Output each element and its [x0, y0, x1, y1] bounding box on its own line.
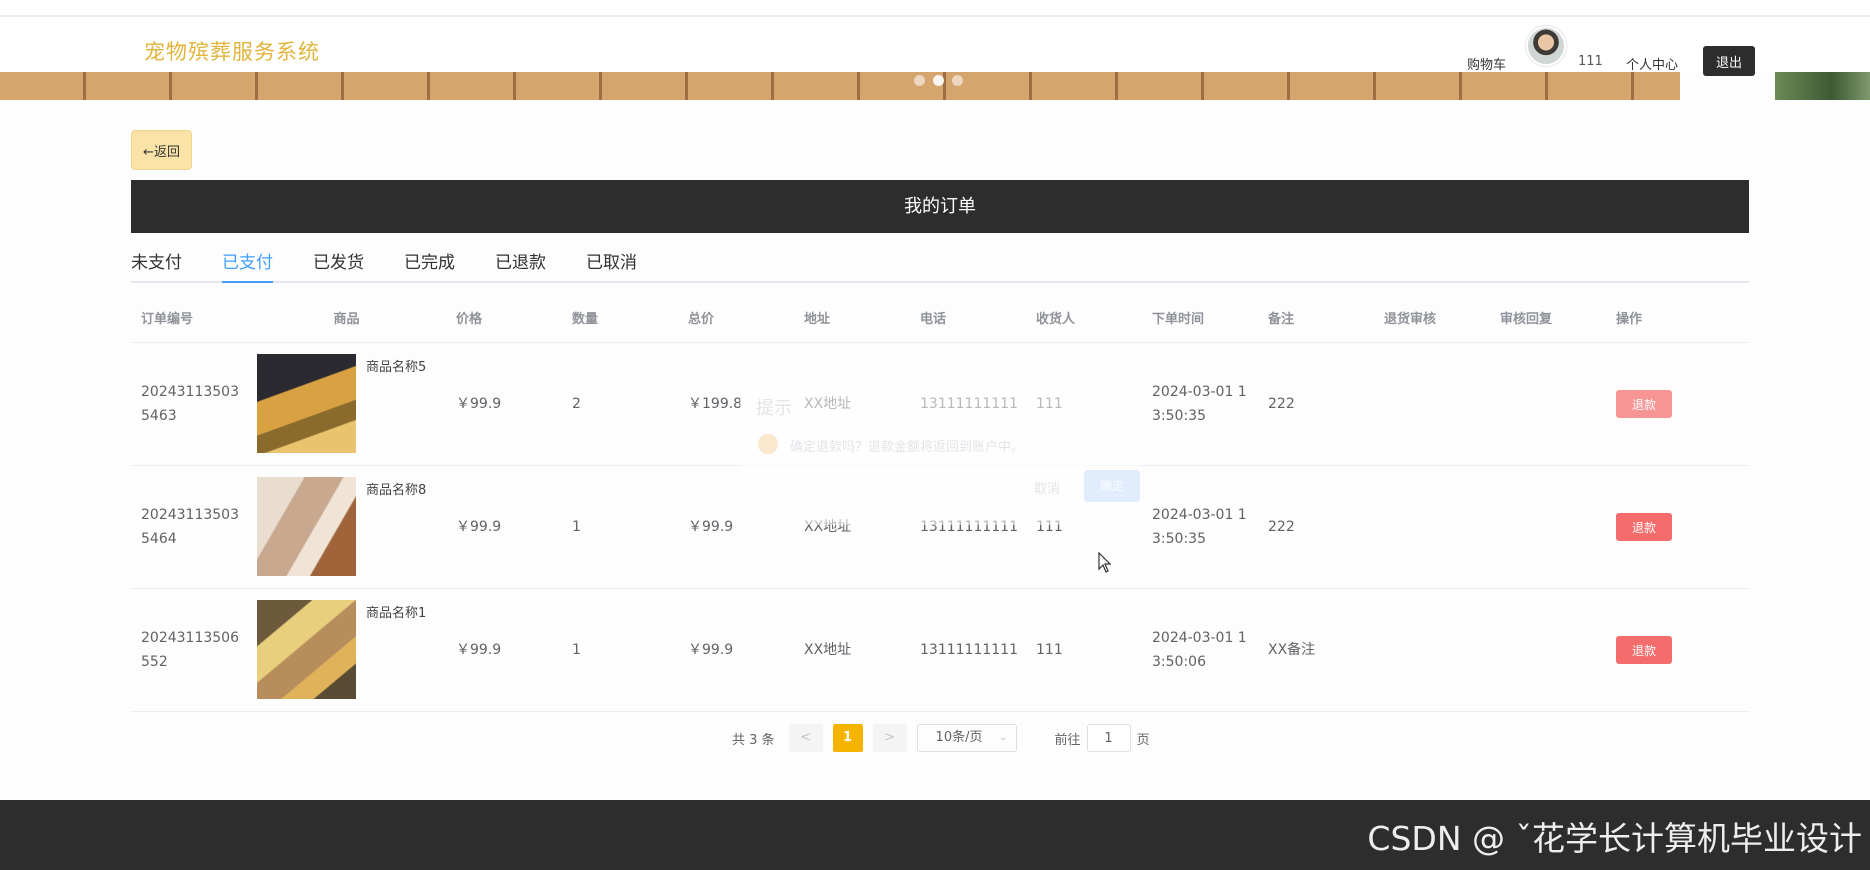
action-cell: 退款: [1606, 636, 1746, 664]
goods-name: 商品名称5: [366, 360, 427, 375]
col-goods: 商品: [333, 312, 360, 327]
tab-refunded[interactable]: 已退款: [495, 245, 546, 283]
order-time: 2024-03-01 13:50:06: [1152, 630, 1247, 670]
total-price: ￥99.9: [688, 519, 734, 535]
pagination: 共 3 条 < 1 > 10条/页 ⌄ 前往 页: [732, 724, 1150, 752]
action-cell: 退款: [1606, 390, 1746, 418]
order-status-tabs: 未支付 已支付 已发货 已完成 已退款 已取消: [131, 245, 1749, 283]
carousel-dot-2[interactable]: [933, 75, 944, 86]
page-number-button[interactable]: 1: [832, 724, 863, 752]
col-address: 地址: [804, 312, 831, 327]
address: XX地址: [804, 519, 852, 535]
pagination-total: 共 3 条: [732, 732, 775, 748]
col-qty: 数量: [572, 312, 599, 327]
table-row: 202431135035463 商品名称5 ￥99.9 2 ￥199.8 XX地…: [131, 343, 1749, 466]
footer: CSDN @ ˇ花学长计算机毕业设计: [0, 800, 1870, 870]
col-receiver: 收货人: [1036, 312, 1076, 327]
col-note: 备注: [1268, 312, 1295, 327]
logout-button[interactable]: 退出: [1703, 46, 1755, 76]
chevron-down-icon: ⌄: [999, 732, 1008, 743]
address: XX地址: [804, 642, 852, 658]
next-page-button[interactable]: >: [872, 724, 907, 752]
phone: 13111111111: [920, 396, 1018, 412]
tab-completed[interactable]: 已完成: [404, 245, 455, 283]
goods-cell: 商品名称8: [247, 477, 446, 577]
refund-button[interactable]: 退款: [1616, 390, 1672, 418]
banner-image-edge: [1775, 72, 1870, 100]
note: 222: [1268, 396, 1295, 412]
carousel-dot-1[interactable]: [914, 75, 925, 86]
col-order-time: 下单时间: [1152, 312, 1205, 327]
phone: 13111111111: [920, 519, 1018, 535]
table-row: 20243113506552 商品名称1 ￥99.9 1 ￥99.9 XX地址 …: [131, 589, 1749, 712]
nav-profile-link[interactable]: 个人中心: [1626, 54, 1678, 73]
table-row: 202431135035464 商品名称8 ￥99.9 1 ￥99.9 XX地址…: [131, 466, 1749, 589]
top-divider: [0, 15, 1870, 17]
price: ￥99.9: [456, 396, 502, 412]
goods-name: 商品名称8: [366, 483, 427, 498]
receiver: 111: [1036, 519, 1063, 535]
order-time: 2024-03-01 13:50:35: [1152, 507, 1247, 547]
col-action: 操作: [1616, 312, 1643, 327]
col-price: 价格: [456, 312, 483, 327]
carousel-indicators: [914, 75, 963, 86]
top-navbar: 宠物殡葬服务系统 购物车 111 个人中心 退出: [0, 0, 1870, 76]
watermark-text: CSDN @ ˇ花学长计算机毕业设计: [1367, 819, 1862, 858]
address: XX地址: [804, 396, 852, 412]
total-price: ￥199.8: [688, 396, 743, 412]
goto-page-input[interactable]: [1086, 724, 1131, 752]
receiver: 111: [1036, 396, 1063, 412]
goods-thumbnail[interactable]: [257, 477, 356, 576]
back-button[interactable]: ←返回: [131, 130, 192, 170]
tab-shipped[interactable]: 已发货: [313, 245, 364, 283]
goods-thumbnail[interactable]: [257, 600, 356, 699]
quantity: 1: [572, 642, 581, 658]
action-cell: 退款: [1606, 513, 1746, 541]
col-phone: 电话: [920, 312, 947, 327]
order-no: 202431135035463: [141, 384, 239, 424]
quantity: 1: [572, 519, 581, 535]
col-return-audit: 退货审核: [1384, 312, 1437, 327]
quantity: 2: [572, 396, 581, 412]
mouse-cursor-icon: [1098, 552, 1112, 573]
note: XX备注: [1268, 642, 1316, 658]
total-price: ￥99.9: [688, 642, 734, 658]
carousel-dot-3[interactable]: [952, 75, 963, 86]
page-title: 我的订单: [131, 180, 1749, 233]
site-brand[interactable]: 宠物殡葬服务系统: [144, 36, 320, 66]
page-suffix: 页: [1136, 732, 1150, 748]
goto-label: 前往: [1054, 732, 1081, 748]
refund-button[interactable]: 退款: [1616, 513, 1672, 541]
receiver: 111: [1036, 642, 1063, 658]
banner-carousel: [0, 72, 1680, 100]
order-no: 202431135035464: [141, 507, 239, 547]
prev-page-button[interactable]: <: [788, 724, 823, 752]
price: ￥99.9: [456, 519, 502, 535]
tab-paid[interactable]: 已支付: [222, 245, 273, 283]
nav-cart-link[interactable]: 购物车: [1467, 54, 1506, 73]
refund-button[interactable]: 退款: [1616, 636, 1672, 664]
goods-thumbnail[interactable]: [257, 354, 356, 453]
tab-unpaid[interactable]: 未支付: [131, 245, 182, 283]
username-label: 111: [1578, 54, 1603, 69]
goods-cell: 商品名称5: [247, 354, 446, 454]
goods-cell: 商品名称1: [247, 600, 446, 700]
goods-name: 商品名称1: [366, 606, 427, 621]
orders-table: 订单编号 商品 价格 数量 总价 地址 电话 收货人 下单时间 备注 退货审核 …: [131, 300, 1749, 712]
note: 222: [1268, 519, 1295, 535]
col-total: 总价: [688, 312, 715, 327]
price: ￥99.9: [456, 642, 502, 658]
tab-cancelled[interactable]: 已取消: [586, 245, 637, 283]
avatar[interactable]: [1526, 26, 1566, 66]
page-size-select[interactable]: 10条/页 ⌄: [916, 724, 1017, 752]
phone: 13111111111: [920, 642, 1018, 658]
col-audit-reply: 审核回复: [1500, 312, 1553, 327]
table-header: 订单编号 商品 价格 数量 总价 地址 电话 收货人 下单时间 备注 退货审核 …: [131, 300, 1749, 343]
order-time: 2024-03-01 13:50:35: [1152, 384, 1247, 424]
page-size-value: 10条/页: [935, 730, 983, 745]
order-no: 20243113506552: [141, 630, 239, 670]
col-order-no: 订单编号: [141, 312, 194, 327]
